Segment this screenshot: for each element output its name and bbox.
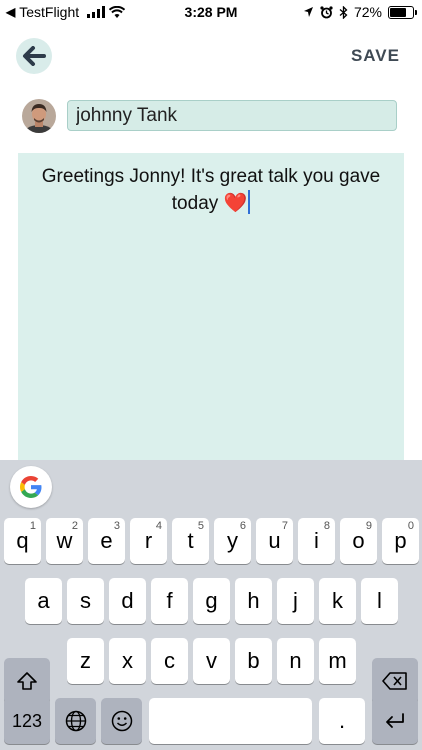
key-e[interactable]: e3	[88, 518, 125, 564]
key-j[interactable]: j	[277, 578, 314, 624]
key-label: g	[205, 588, 218, 613]
key-label: i	[314, 528, 319, 553]
key-label: p	[394, 528, 407, 553]
key-h[interactable]: h	[235, 578, 272, 624]
key-number-hint: 6	[239, 520, 246, 532]
battery-percentage: 72%	[353, 4, 382, 20]
key-label: f	[166, 588, 173, 613]
key-number-hint: 8	[323, 520, 330, 532]
return-icon	[386, 713, 404, 728]
key-u[interactable]: u7	[256, 518, 293, 564]
key-l[interactable]: l	[361, 578, 398, 624]
text-cursor	[248, 190, 251, 214]
key-label: w	[56, 528, 73, 553]
key-o[interactable]: o9	[340, 518, 377, 564]
key-s[interactable]: s	[67, 578, 104, 624]
key-label: m	[328, 648, 347, 673]
keyboard: q1w2e3r4t5y6u7i8o9p0 asdfghjkl zxcvbnm 1…	[0, 460, 422, 750]
key-label: k	[332, 588, 343, 613]
key-number-hint: 5	[197, 520, 204, 532]
key-label: v	[206, 648, 217, 673]
key-number-hint: 7	[281, 520, 288, 532]
key-label: o	[352, 528, 365, 553]
emoji-key[interactable]	[101, 698, 142, 744]
key-number-hint: 4	[155, 520, 162, 532]
key-p[interactable]: p0	[382, 518, 419, 564]
key-c[interactable]: c	[151, 638, 188, 684]
key-r[interactable]: r4	[130, 518, 167, 564]
key-number-hint: 3	[113, 520, 120, 532]
key-k[interactable]: k	[319, 578, 356, 624]
key-label: u	[268, 528, 281, 553]
key-label: q	[16, 528, 29, 553]
key-label: r	[144, 528, 153, 553]
key-w[interactable]: w2	[46, 518, 83, 564]
app-name[interactable]: TestFlight	[19, 4, 79, 20]
key-q[interactable]: q1	[4, 518, 41, 564]
language-key[interactable]	[55, 698, 96, 744]
bluetooth-icon	[339, 5, 348, 19]
backspace-icon	[382, 672, 407, 690]
smiley-icon	[111, 710, 132, 732]
key-label: h	[247, 588, 260, 613]
key-i[interactable]: i8	[298, 518, 335, 564]
key-z[interactable]: z	[67, 638, 104, 684]
key-label: e	[100, 528, 113, 553]
key-number-hint: 9	[365, 520, 372, 532]
key-label: d	[121, 588, 134, 613]
status-bar: ◀ TestFlight 3:28 PM 72%	[0, 0, 422, 24]
space-key[interactable]	[149, 698, 312, 744]
alarm-icon	[320, 5, 333, 18]
key-label: y	[227, 528, 238, 553]
key-label: a	[37, 588, 50, 613]
wifi-icon	[109, 6, 126, 18]
period-key[interactable]: .	[319, 698, 365, 744]
key-f[interactable]: f	[151, 578, 188, 624]
key-number-hint: 2	[71, 520, 78, 532]
key-v[interactable]: v	[193, 638, 230, 684]
key-t[interactable]: t5	[172, 518, 209, 564]
key-a[interactable]: a	[25, 578, 62, 624]
key-d[interactable]: d	[109, 578, 146, 624]
key-x[interactable]: x	[109, 638, 146, 684]
message-body: Greetings Jonny! It's great talk you gav…	[41, 166, 381, 214]
save-button[interactable]: SAVE	[351, 46, 400, 66]
key-number-hint: 1	[29, 520, 36, 532]
key-label: b	[247, 648, 260, 673]
back-to-app-indicator[interactable]: ◀	[6, 5, 15, 19]
key-n[interactable]: n	[277, 638, 314, 684]
key-label: s	[80, 588, 91, 613]
battery-icon	[388, 5, 417, 19]
google-search-button[interactable]	[10, 466, 52, 508]
numbers-key[interactable]: 123	[4, 698, 50, 744]
key-label: l	[377, 588, 382, 613]
recipient-name-field[interactable]	[67, 100, 397, 131]
google-g-icon	[20, 476, 42, 498]
globe-icon	[65, 710, 86, 732]
cellular-signal-icon	[87, 6, 106, 18]
key-label: z	[80, 648, 91, 673]
key-label: x	[122, 648, 133, 673]
location-arrow-icon	[303, 7, 313, 17]
avatar	[22, 99, 56, 133]
key-label: j	[293, 588, 298, 613]
arrow-left-icon	[23, 46, 46, 66]
message-text-area[interactable]: Greetings Jonny! It's great talk you gav…	[18, 153, 404, 473]
key-m[interactable]: m	[319, 638, 356, 684]
key-b[interactable]: b	[235, 638, 272, 684]
key-number-hint: 0	[407, 520, 414, 532]
key-label: n	[289, 648, 302, 673]
key-y[interactable]: y6	[214, 518, 251, 564]
key-g[interactable]: g	[193, 578, 230, 624]
return-key[interactable]	[372, 698, 418, 744]
back-button[interactable]	[16, 38, 52, 74]
shift-icon	[17, 672, 37, 690]
key-label: c	[164, 648, 175, 673]
key-label: t	[187, 528, 194, 553]
